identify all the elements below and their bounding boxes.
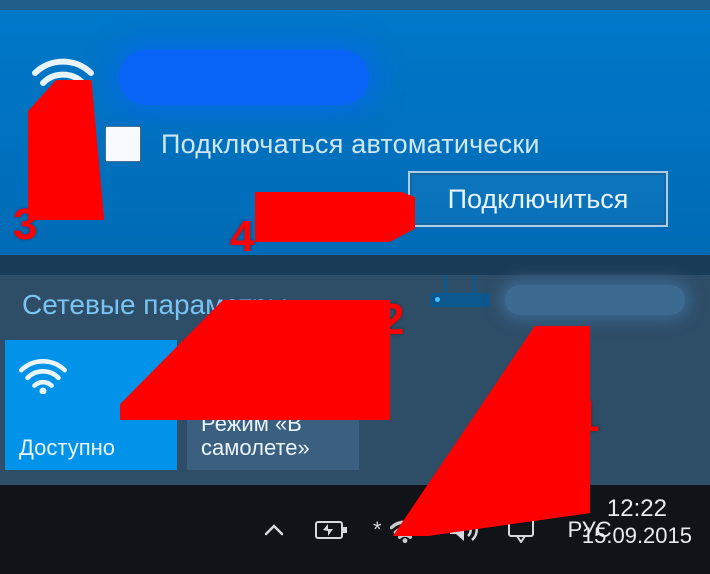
taskbar: * РУС 12:22 15.09.2015 bbox=[0, 485, 710, 574]
connect-button[interactable]: Подключиться bbox=[408, 171, 668, 227]
tile-wifi-label: Доступно bbox=[19, 436, 163, 460]
annotation-2: 2 bbox=[380, 295, 404, 345]
wifi-icon bbox=[19, 354, 163, 404]
annotation-1: 1 bbox=[575, 392, 599, 442]
taskbar-clock[interactable]: 12:22 15.09.2015 bbox=[582, 495, 692, 549]
action-center-icon[interactable] bbox=[504, 513, 538, 547]
wifi-unconnected-asterisk-icon: * bbox=[373, 517, 382, 543]
wifi-network-panel: Подключаться автоматически Подключиться bbox=[0, 0, 710, 275]
wifi-icon bbox=[32, 53, 94, 103]
clock-time: 12:22 bbox=[582, 495, 692, 523]
auto-connect-checkbox[interactable] bbox=[105, 126, 141, 162]
tile-wifi[interactable]: Доступно bbox=[5, 340, 177, 470]
annotation-3: 3 bbox=[13, 200, 37, 250]
connect-button-label: Подключиться bbox=[448, 184, 629, 215]
tray-wifi-icon[interactable] bbox=[388, 513, 422, 547]
router-name-redacted bbox=[505, 285, 685, 315]
annotation-4: 4 bbox=[230, 212, 254, 262]
volume-icon[interactable] bbox=[446, 513, 480, 547]
system-tray: * РУС bbox=[257, 485, 612, 574]
quick-tiles: Доступно Режим «В самолете» bbox=[5, 340, 359, 470]
tile-airplane-mode[interactable]: Режим «В самолете» bbox=[187, 340, 359, 470]
network-settings-title: Сетевые параметры bbox=[22, 289, 288, 321]
network-settings-panel: Сетевые параметры Доступно bbox=[0, 275, 710, 485]
network-row bbox=[32, 50, 369, 105]
router-icon bbox=[430, 293, 490, 307]
tile-airplane-label: Режим «В самолете» bbox=[201, 412, 345, 460]
airplane-icon bbox=[201, 354, 345, 404]
battery-icon[interactable] bbox=[315, 513, 349, 547]
clock-date: 15.09.2015 bbox=[582, 523, 692, 549]
auto-connect-row[interactable]: Подключаться автоматически bbox=[105, 126, 540, 162]
auto-connect-label: Подключаться автоматически bbox=[161, 129, 540, 160]
tray-chevron-up-icon[interactable] bbox=[257, 513, 291, 547]
network-name-redacted bbox=[119, 50, 369, 105]
